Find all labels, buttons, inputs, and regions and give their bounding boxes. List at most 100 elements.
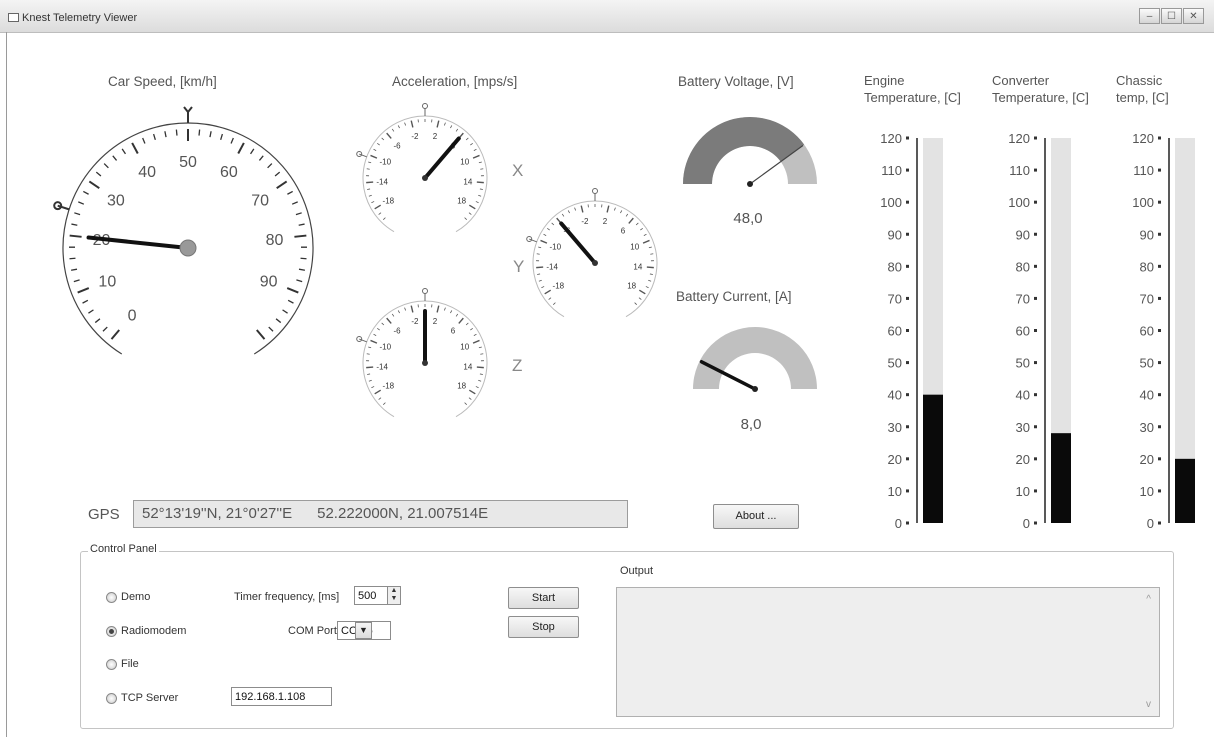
radiomodem-radio[interactable] [106,626,117,637]
speed-tick [88,309,94,314]
accel-tick [381,322,385,326]
file-label[interactable]: File [121,658,139,670]
maximize-button[interactable]: ☐ [1161,8,1182,24]
about-button[interactable]: About ... [713,504,799,529]
speed-tick [220,133,224,141]
speed-tick [274,171,281,177]
thermo-tick-label: 110 [881,163,902,178]
demo-radio[interactable] [106,592,117,603]
speed-tick [258,155,264,161]
thermo-fill [1051,433,1071,523]
accel-tick-label: -18 [383,196,395,205]
thermo-tick-label: 120 [1132,131,1154,146]
accel-tick [574,207,576,211]
close-button[interactable]: ✕ [1183,8,1204,24]
accel-tick [551,222,555,226]
tcp-address-input[interactable]: 192.168.1.108 [231,687,332,706]
accel-tick [536,266,544,269]
accel-tick-label: -6 [394,326,402,335]
thermo-tick [1158,264,1161,268]
thermo-tick [1034,200,1037,204]
timer-frequency-stepper[interactable]: ▲ ▼ [387,586,401,605]
thermo-tick-label: 40 [888,388,902,403]
accel-tick-label: 18 [457,196,466,205]
accel-tick [464,217,468,221]
speed-tick [298,268,306,271]
stop-button[interactable]: Stop [508,616,579,638]
thermo-tick-label: 50 [888,356,902,371]
accel-tick [475,201,479,204]
accel-tick [404,307,406,311]
accel-tick [465,322,469,326]
tcp-server-label[interactable]: TCP Server [121,692,178,704]
thermo-tick [1034,232,1037,236]
accel-tick-label: -14 [376,362,388,371]
voltage-title: Battery Voltage, [V] [678,74,794,89]
thermo-tick-label: 60 [888,324,902,339]
file-radio[interactable] [106,659,117,670]
demo-label[interactable]: Demo [121,591,150,603]
accel-tick [378,397,382,400]
timer-frequency-input[interactable]: 500 [354,586,388,605]
thermo-tick [1158,296,1161,300]
start-button[interactable]: Start [508,587,579,609]
accel-tick [478,346,482,349]
thermo-tick [1034,489,1037,493]
speed-tick [286,287,299,294]
engine-temp-title-line1: Engine [864,73,905,88]
accel-tick-label: -2 [411,317,419,326]
accel-tick-label: -18 [553,281,565,290]
chevron-down-icon[interactable]: ▼ [355,622,372,639]
accel-tick-label: 14 [633,262,642,271]
accel-tick [620,210,623,214]
accel-tick [479,188,483,190]
accel-tick [373,333,377,336]
output-textarea[interactable]: ^ v [616,587,1160,717]
gauge-band [683,117,805,184]
speed-needle-hub [179,239,197,257]
chassis-temp-title-line2: temp, [C] [1116,90,1169,105]
minimize-button[interactable]: – [1139,8,1160,24]
thermo-tick-label: 90 [1016,227,1030,242]
speed-tick [94,318,101,324]
accel-tick [366,181,374,184]
speed-tick [296,279,303,283]
speed-tick-label: 0 [128,308,137,325]
converter-temp-title: Converter Temperature, [C] [992,72,1089,106]
thermo-tick [1158,393,1161,397]
accel-tick [541,286,545,289]
thermo-tick-label: 60 [1016,324,1030,339]
speed-tick [256,329,266,340]
current-title: Battery Current, [A] [676,289,792,304]
accel-tick-label: -2 [581,217,589,226]
engine-temp-title-line2: Temperature, [C] [864,90,961,105]
speed-tick-label: 90 [260,274,278,291]
tcp-server-radio[interactable] [106,693,117,704]
voltage-gauge [683,117,817,187]
accel-tick-label: -18 [383,381,395,390]
thermo-tick [1158,521,1161,525]
speed-tick [77,287,90,294]
accel-needle-hub [422,175,428,181]
current-gauge [693,327,817,392]
scroll-up-icon[interactable]: ^ [1146,594,1151,605]
thermo-tick [906,296,909,300]
thermo-tick-label: 10 [1140,484,1154,499]
thermo-tick [906,264,909,268]
speed-tick [294,234,307,238]
accel-tick [370,339,378,344]
thermo-tick-label: 20 [888,452,902,467]
thermo-tick [1158,425,1161,429]
accel-tick [371,201,375,204]
timer-frequency-label: Timer frequency, [ms] [234,591,340,603]
accel-tick [642,239,650,244]
radiomodem-label[interactable]: Radiomodem [121,625,186,637]
accel-tick-label: 10 [460,343,469,352]
thermo-tick [1034,296,1037,300]
accel-pin-top-head [592,188,598,194]
speed-tick [88,180,100,189]
speed-tick [230,137,234,144]
scroll-down-icon[interactable]: v [1146,699,1151,710]
thermo-tick-label: 110 [1009,163,1030,178]
thermo-tick-label: 20 [1140,452,1154,467]
